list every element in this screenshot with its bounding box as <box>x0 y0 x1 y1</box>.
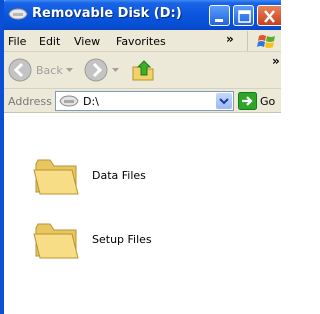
folder-icon <box>33 159 79 195</box>
minimize-button[interactable] <box>209 5 230 26</box>
window-title: Removable Disk (D:) <box>32 6 182 21</box>
go-arrow-icon <box>238 92 257 110</box>
menu-edit[interactable]: Edit <box>39 35 60 48</box>
address-input[interactable]: D:\ <box>55 91 234 111</box>
address-label: Address <box>8 95 52 108</box>
title-bar[interactable]: Removable Disk (D:) <box>4 0 281 30</box>
folder-icon <box>33 223 79 259</box>
menu-favorites[interactable]: Favorites <box>116 35 166 48</box>
file-view: Data Files Setup Files <box>4 114 281 314</box>
forward-button[interactable] <box>82 57 124 83</box>
back-label: Back <box>36 64 63 77</box>
maximize-icon <box>238 10 251 23</box>
menu-view[interactable]: View <box>74 35 100 48</box>
go-label: Go <box>260 95 276 108</box>
back-dropdown-icon[interactable] <box>66 68 73 72</box>
go-button[interactable]: Go <box>238 92 280 110</box>
list-item-label: Data Files <box>92 169 146 182</box>
address-value: D:\ <box>83 95 99 108</box>
back-arrow-icon <box>8 58 32 82</box>
windows-logo-icon <box>257 35 275 48</box>
menu-overflow-chevron-icon[interactable]: » <box>226 32 234 46</box>
toolbar: Back » <box>4 52 281 89</box>
address-bar: Address D:\ Go <box>4 89 281 113</box>
forward-dropdown-icon[interactable] <box>112 68 119 72</box>
minimize-icon <box>215 19 223 22</box>
maximize-button[interactable] <box>233 5 254 26</box>
up-folder-button[interactable] <box>130 57 158 83</box>
list-item[interactable]: Data Files <box>32 150 232 198</box>
menu-divider <box>247 31 248 51</box>
close-icon <box>264 10 275 23</box>
up-folder-icon <box>132 60 154 81</box>
toolbar-overflow-chevron-icon[interactable]: » <box>272 54 280 68</box>
list-item-label: Setup Files <box>92 233 152 246</box>
menu-file[interactable]: File <box>8 35 26 48</box>
back-button[interactable]: Back <box>6 57 76 83</box>
removable-drive-icon <box>59 95 79 107</box>
chevron-down-icon <box>219 98 229 105</box>
explorer-window: Removable Disk (D:) File Edit View Favor… <box>0 0 281 314</box>
removable-drive-icon <box>8 8 28 20</box>
address-dropdown-button[interactable] <box>216 93 232 109</box>
list-item[interactable]: Setup Files <box>32 214 232 262</box>
close-button[interactable] <box>257 5 281 26</box>
forward-arrow-icon <box>84 58 108 82</box>
menu-bar: File Edit View Favorites » <box>4 30 281 52</box>
